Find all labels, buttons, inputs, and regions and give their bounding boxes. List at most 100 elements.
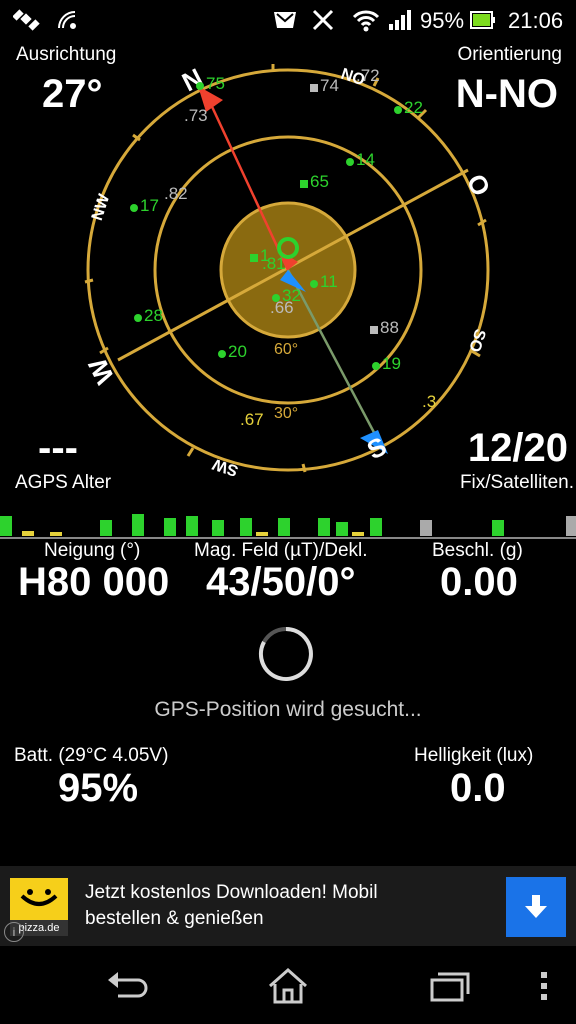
- menu-button[interactable]: [532, 966, 556, 1006]
- status-bar: 95% 21:06: [0, 0, 576, 40]
- back-button[interactable]: [102, 966, 154, 1006]
- signal-bar: [212, 520, 224, 536]
- signal-bar: [278, 518, 290, 536]
- satellite-label: .66: [270, 298, 294, 317]
- accel-value: 0.00: [440, 560, 518, 604]
- ad-text-line-2: bestellen & genießen: [85, 908, 264, 929]
- satellite-marker: [310, 280, 318, 288]
- clock: 21:06: [508, 8, 564, 33]
- no-signal-icon: [308, 6, 338, 34]
- satellite-marker: [310, 84, 318, 92]
- compass-svg: N NO O SO S SW W NW 60° 30°: [82, 62, 497, 479]
- pizza-logo-icon: [20, 889, 58, 906]
- satellite-label: 19: [382, 354, 401, 373]
- satellite-label: 14: [356, 150, 375, 169]
- tilt-value: H80 000: [18, 560, 170, 604]
- battery-percent: 95%: [420, 8, 465, 33]
- fix-satellites-value: 12/20: [467, 426, 568, 470]
- mag-field-label: Mag. Feld (µT)/Dekl.: [194, 540, 368, 561]
- satellite-marker: [130, 204, 138, 212]
- signal-bar: [420, 520, 432, 536]
- agps-age-label: AGPS Alter: [15, 472, 112, 493]
- signal-bar: [164, 518, 176, 536]
- brightness-label: Helligkeit (lux): [414, 745, 534, 766]
- dir-w: W: [82, 353, 120, 389]
- satellite-label: 11: [320, 272, 338, 291]
- signal-bar: [370, 518, 382, 536]
- tilt-label: Neigung (°): [44, 540, 141, 561]
- navigation-bar: [0, 946, 576, 1024]
- wifi-broadcast-icon: [52, 6, 82, 34]
- brightness-value: 0.0: [450, 766, 506, 810]
- signal-bar: [566, 516, 576, 536]
- mag-field-value: 43/50/0°: [206, 560, 356, 604]
- home-icon: [269, 967, 307, 1004]
- dir-s: S: [362, 431, 391, 466]
- satellite-marker: [394, 106, 402, 114]
- dir-se: SO: [465, 327, 488, 354]
- signal-bar: [0, 516, 12, 536]
- satellite-label: .67: [240, 410, 264, 429]
- satellite-label: 17: [140, 196, 159, 215]
- signal-bar: [352, 532, 364, 536]
- recent-apps-icon: [430, 972, 470, 1002]
- gps-satellite-icon: [12, 6, 42, 34]
- satellite-label: 75: [206, 74, 225, 93]
- ad-text-line-1: Jetzt kostenlos Downloaden! Mobil: [85, 882, 378, 903]
- dir-e: O: [461, 169, 497, 201]
- satellite-label: .82: [164, 184, 188, 203]
- satellite-marker: [346, 158, 354, 166]
- dir-sw: SW: [210, 455, 241, 479]
- satellite-label: .3: [422, 392, 437, 411]
- signal-bar: [22, 531, 34, 536]
- battery-label: Batt. (29°C 4.05V): [14, 745, 169, 766]
- satellite-label: 74: [320, 76, 339, 95]
- overflow-menu-icon: [541, 972, 547, 1000]
- accel-label: Beschl. (g): [432, 540, 523, 561]
- agps-age-value: ---: [38, 426, 78, 470]
- wifi-icon: [350, 6, 382, 34]
- gps-status-text: GPS-Position wird gesucht...: [154, 698, 422, 721]
- ad-download-button[interactable]: [506, 877, 566, 937]
- sky-view: N NO O SO S SW W NW 60° 30° 75.73 74.72 22…: [48, 40, 528, 520]
- signal-bars-icon: [385, 6, 415, 34]
- satellite-label: 88: [380, 318, 399, 337]
- signal-bar: [240, 518, 252, 536]
- ad-banner[interactable]: pizza.de Jetzt kostenlos Downloaden! Mob…: [0, 866, 576, 946]
- dir-nw: NW: [89, 191, 114, 222]
- download-arrow-icon: [525, 895, 547, 918]
- elevation-30-label: 30°: [274, 405, 298, 422]
- mail-icon: [270, 6, 300, 34]
- back-icon: [108, 972, 148, 998]
- signal-bar: [186, 516, 198, 536]
- signal-bar: [50, 532, 62, 536]
- satellite-marker: [196, 82, 204, 90]
- satellite-label: 28: [144, 306, 163, 325]
- satellite-label: 22: [404, 98, 423, 117]
- divider: [0, 537, 576, 539]
- satellite-marker: [370, 326, 378, 334]
- signal-bar: [132, 514, 144, 536]
- signal-bar: [256, 532, 268, 536]
- satellite-marker: [218, 350, 226, 358]
- signal-bar: [100, 520, 112, 536]
- satellite-marker: [134, 314, 142, 322]
- signal-bar: [492, 520, 504, 536]
- satellite-label: .81: [262, 254, 286, 273]
- satellite-label: .72: [356, 66, 380, 85]
- satellite-label: 20: [228, 342, 247, 361]
- signal-bar: [318, 518, 330, 536]
- satellite-marker: [300, 180, 308, 188]
- satellite-label: .73: [184, 106, 208, 125]
- home-button[interactable]: [262, 964, 314, 1008]
- signal-strength-bars: [0, 500, 576, 540]
- ad-info-icon[interactable]: i: [4, 922, 24, 942]
- fix-satellites-label: Fix/Satelliten.: [459, 472, 574, 493]
- signal-bar: [336, 522, 348, 536]
- recent-apps-button[interactable]: [424, 966, 476, 1006]
- elevation-60-label: 60°: [274, 341, 298, 358]
- loading-spinner-icon: [258, 627, 313, 681]
- satellite-marker: [372, 362, 380, 370]
- battery-icon: [468, 6, 498, 34]
- battery-value: 95%: [58, 766, 139, 810]
